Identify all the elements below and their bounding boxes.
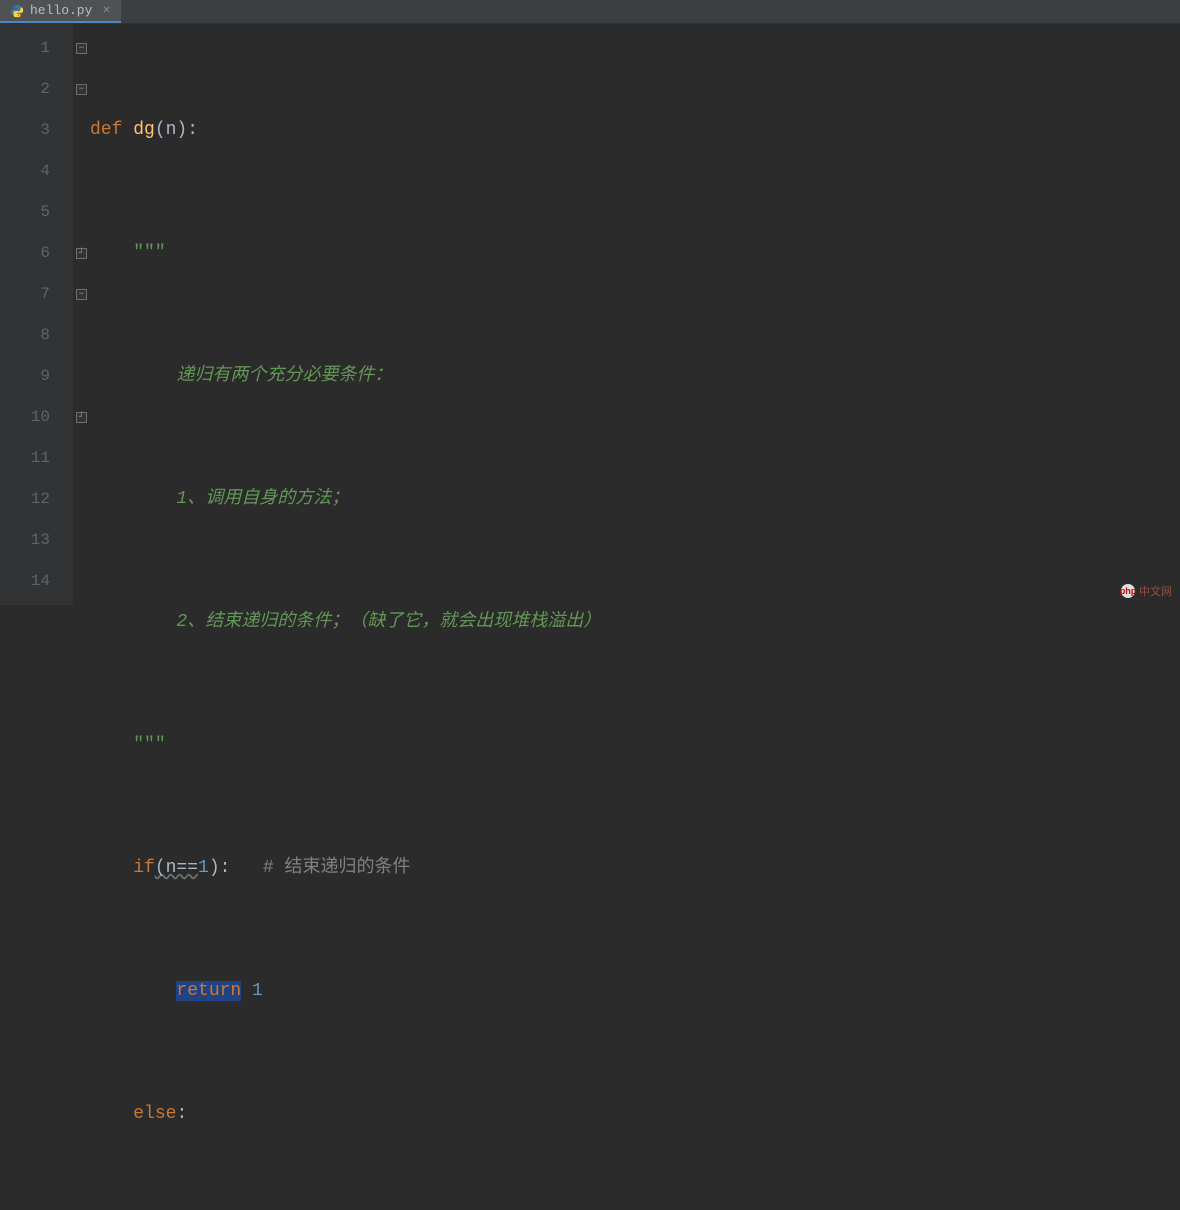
line-number: 1 bbox=[0, 28, 72, 69]
code-line: else: bbox=[90, 1094, 1180, 1135]
code-line: """ bbox=[90, 725, 1180, 766]
line-number: 2 bbox=[0, 69, 72, 110]
fold-toggle-icon[interactable]: − bbox=[76, 84, 87, 95]
fold-end-icon[interactable]: ┘ bbox=[76, 412, 87, 423]
line-number: 3 bbox=[0, 110, 72, 151]
line-number: 13 bbox=[0, 520, 72, 561]
line-number: 12 bbox=[0, 479, 72, 520]
code-line: def dg(n): bbox=[90, 110, 1180, 151]
code-area[interactable]: def dg(n): """ 递归有两个充分必要条件： 1、调用自身的方法； 2… bbox=[90, 24, 1180, 605]
code-editor[interactable]: 1 2 3 4 5 6 7 8 9 10 11 12 13 14 − − ┘ −… bbox=[0, 24, 1180, 605]
line-number: 10 bbox=[0, 397, 72, 438]
code-line: """ bbox=[90, 233, 1180, 274]
python-file-icon bbox=[10, 4, 24, 18]
tab-bar: hello.py × bbox=[0, 0, 1180, 24]
line-number: 14 bbox=[0, 561, 72, 602]
line-number: 7 bbox=[0, 274, 72, 315]
line-number: 9 bbox=[0, 356, 72, 397]
code-line: 1、调用自身的方法； bbox=[90, 479, 1180, 520]
line-number-gutter: 1 2 3 4 5 6 7 8 9 10 11 12 13 14 bbox=[0, 24, 72, 605]
editor-tab-hello-py[interactable]: hello.py × bbox=[0, 0, 121, 23]
tab-filename: hello.py bbox=[30, 3, 92, 18]
php-logo-icon: php bbox=[1121, 584, 1135, 598]
fold-gutter: − − ┘ − ┘ bbox=[72, 24, 90, 605]
code-line: 2、结束递归的条件；（缺了它，就会出现堆栈溢出） bbox=[90, 602, 1180, 643]
line-number: 4 bbox=[0, 151, 72, 192]
fold-toggle-icon[interactable]: − bbox=[76, 43, 87, 54]
watermark: php 中文网 bbox=[1121, 583, 1172, 599]
close-icon[interactable]: × bbox=[102, 3, 110, 19]
code-line: if(n==1): # 结束递归的条件 bbox=[90, 848, 1180, 889]
line-number: 5 bbox=[0, 192, 72, 233]
fold-end-icon[interactable]: ┘ bbox=[76, 248, 87, 259]
code-line: 递归有两个充分必要条件： bbox=[90, 356, 1180, 397]
line-number: 6 bbox=[0, 233, 72, 274]
fold-toggle-icon[interactable]: − bbox=[76, 289, 87, 300]
line-number: 8 bbox=[0, 315, 72, 356]
code-line: return 1 bbox=[90, 971, 1180, 1012]
line-number: 11 bbox=[0, 438, 72, 479]
